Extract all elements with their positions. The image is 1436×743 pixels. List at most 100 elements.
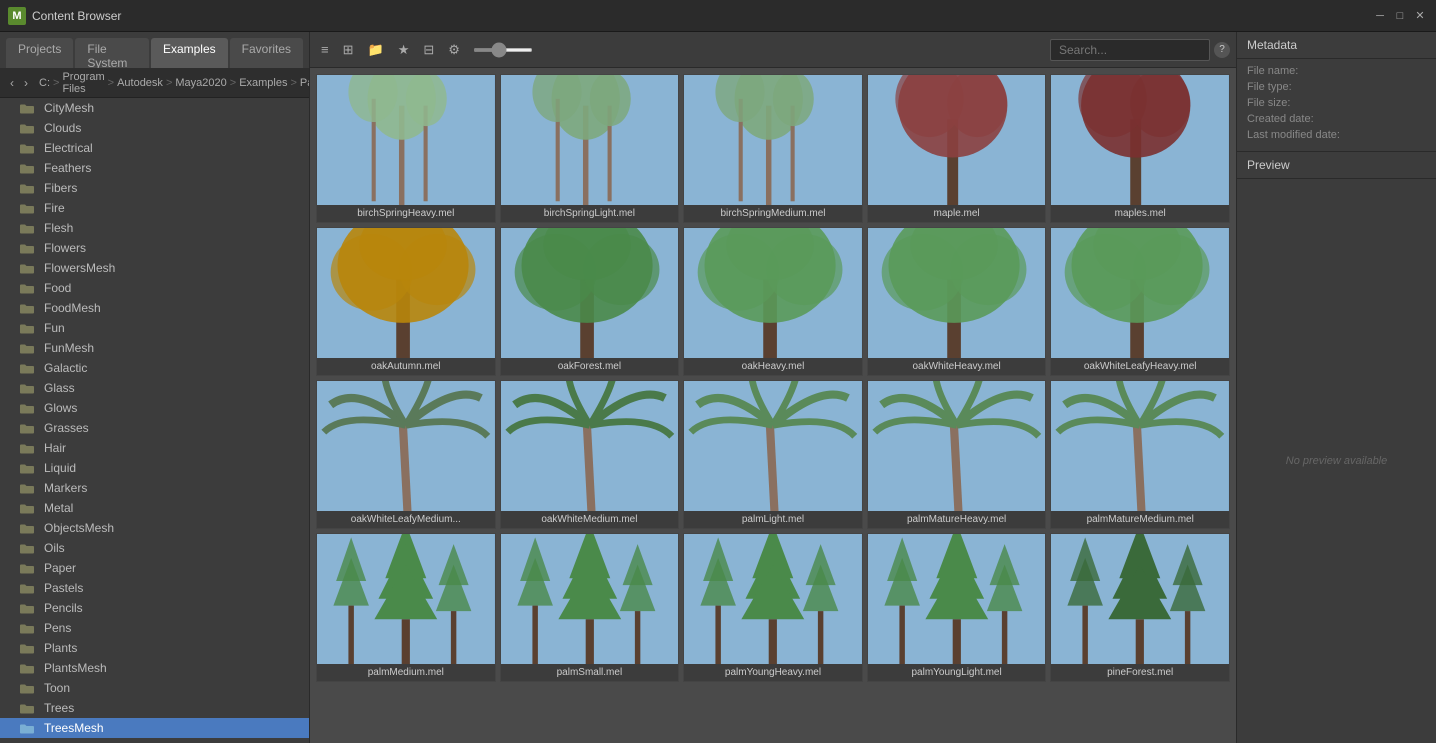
favorites-button[interactable]: ★ <box>393 39 415 61</box>
sidebar-item-hair[interactable]: Hair <box>0 438 309 458</box>
sidebar-item-food[interactable]: Food <box>0 278 309 298</box>
grid-thumbnail <box>317 534 495 664</box>
filter-button[interactable]: ⊟ <box>418 39 439 61</box>
sidebar-item-feathers[interactable]: Feathers <box>0 158 309 178</box>
grid-item[interactable]: palmMatureMedium.mel <box>1050 380 1230 529</box>
grid-item[interactable]: palmMedium.mel <box>316 533 496 682</box>
size-slider[interactable] <box>473 48 533 52</box>
grid-item[interactable]: oakWhiteLeafyMedium... <box>316 380 496 529</box>
sidebar-item-fibers[interactable]: Fibers <box>0 178 309 198</box>
nav-tab-favorites[interactable]: Favorites <box>230 38 303 68</box>
sidebar-item-fun[interactable]: Fun <box>0 318 309 338</box>
grid-item[interactable]: maples.mel <box>1050 74 1230 223</box>
sidebar-item-plants[interactable]: Plants <box>0 638 309 658</box>
folder-icon <box>20 302 39 314</box>
back-button[interactable]: ‹ <box>6 74 18 92</box>
sidebar-item-label: Paper <box>44 561 76 575</box>
sidebar-item-grasses[interactable]: Grasses <box>0 418 309 438</box>
grid-item[interactable]: oakWhiteMedium.mel <box>500 380 680 529</box>
sidebar-item-pens[interactable]: Pens <box>0 618 309 638</box>
grid-item[interactable]: palmLight.mel <box>683 380 863 529</box>
help-button[interactable]: ? <box>1214 42 1230 58</box>
metadata-rows: File name: File type: File size: Created… <box>1237 59 1436 151</box>
grid-item-label: oakWhiteMedium.mel <box>501 511 679 528</box>
close-button[interactable]: ✕ <box>1412 8 1428 24</box>
sidebar-item-pastels[interactable]: Pastels <box>0 578 309 598</box>
grid-item[interactable]: pineForest.mel <box>1050 533 1230 682</box>
sidebar-item-galactic[interactable]: Galactic <box>0 358 309 378</box>
sidebar-item-toon[interactable]: Toon <box>0 678 309 698</box>
modified-date-label: Last modified date: <box>1247 129 1426 141</box>
grid-item-label: palmYoungLight.mel <box>868 664 1046 681</box>
folder-icon <box>20 322 39 334</box>
sidebar-item-glows[interactable]: Glows <box>0 398 309 418</box>
grid-item[interactable]: oakForest.mel <box>500 227 680 376</box>
sidebar-item-label: Glass <box>44 381 75 395</box>
grid-item[interactable]: oakWhiteLeafyHeavy.mel <box>1050 227 1230 376</box>
sidebar-item-flowers[interactable]: Flowers <box>0 238 309 258</box>
grid-item[interactable]: oakAutumn.mel <box>316 227 496 376</box>
grid-item-label: maple.mel <box>868 205 1046 222</box>
grid-item[interactable]: maple.mel <box>867 74 1047 223</box>
window-controls: ─ □ ✕ <box>1372 8 1428 24</box>
grid-item[interactable]: birchSpringLight.mel <box>500 74 680 223</box>
sidebar-item-pencils[interactable]: Pencils <box>0 598 309 618</box>
folder-icon <box>20 502 39 514</box>
search-input[interactable] <box>1050 39 1210 61</box>
sidebar-item-paper[interactable]: Paper <box>0 558 309 578</box>
sidebar-item-foodmesh[interactable]: FoodMesh <box>0 298 309 318</box>
forward-button[interactable]: › <box>20 74 32 92</box>
grid-thumbnail <box>1051 75 1229 205</box>
grid-thumbnail <box>868 75 1046 205</box>
grid-item[interactable]: palmMatureHeavy.mel <box>867 380 1047 529</box>
sidebar-item-objectsmesh[interactable]: ObjectsMesh <box>0 518 309 538</box>
sidebar-item-flowersmesh[interactable]: FlowersMesh <box>0 258 309 278</box>
sidebar-item-funmesh[interactable]: FunMesh <box>0 338 309 358</box>
grid-item-label: palmMatureHeavy.mel <box>868 511 1046 528</box>
sidebar-scroll[interactable]: CityMesh Clouds Electrical Feathers Fibe… <box>0 98 309 743</box>
sidebar-item-markers[interactable]: Markers <box>0 478 309 498</box>
nav-tabs: ProjectsFile SystemExamplesFavorites <box>0 32 309 68</box>
grid-item[interactable]: oakWhiteHeavy.mel <box>867 227 1047 376</box>
sidebar-item-electrical[interactable]: Electrical <box>0 138 309 158</box>
grid-item[interactable]: palmYoungHeavy.mel <box>683 533 863 682</box>
nav-tab-file-system[interactable]: File System <box>75 38 149 68</box>
sidebar-item-flesh[interactable]: Flesh <box>0 218 309 238</box>
nav-tab-projects[interactable]: Projects <box>6 38 73 68</box>
grid-view-button[interactable]: ⊞ <box>338 39 359 61</box>
grid-item[interactable]: birchSpringHeavy.mel <box>316 74 496 223</box>
folder-icon <box>20 642 39 654</box>
sidebar-item-liquid[interactable]: Liquid <box>0 458 309 478</box>
list-view-button[interactable]: ≡ <box>316 39 334 60</box>
folder-icon <box>20 562 39 574</box>
sidebar-item-fire[interactable]: Fire <box>0 198 309 218</box>
sidebar-item-label: FunMesh <box>44 341 94 355</box>
thumbnail-size-slider[interactable] <box>473 48 533 52</box>
sidebar-item-clouds[interactable]: Clouds <box>0 118 309 138</box>
grid-area[interactable]: birchSpringHeavy.mel birchSpringLight.me… <box>310 68 1236 743</box>
folder-icon <box>20 122 39 134</box>
maximize-button[interactable]: □ <box>1392 8 1408 24</box>
sidebar-item-citymesh[interactable]: CityMesh <box>0 98 309 118</box>
grid-item[interactable]: birchSpringMedium.mel <box>683 74 863 223</box>
sidebar-item-underwater[interactable]: Underwater <box>0 738 309 743</box>
grid-item[interactable]: oakHeavy.mel <box>683 227 863 376</box>
grid-item[interactable]: palmSmall.mel <box>500 533 680 682</box>
sidebar-item-treesmesh[interactable]: TreesMesh <box>0 718 309 738</box>
sidebar-item-metal[interactable]: Metal <box>0 498 309 518</box>
sidebar-item-plantsmesh[interactable]: PlantsMesh <box>0 658 309 678</box>
metadata-title: Metadata <box>1237 32 1436 59</box>
sidebar-item-trees[interactable]: Trees <box>0 698 309 718</box>
sidebar-item-glass[interactable]: Glass <box>0 378 309 398</box>
preview-area: Preview No preview available <box>1237 151 1436 743</box>
folder-new-button[interactable]: 📁 <box>363 39 389 61</box>
settings-button[interactable]: ⚙ <box>443 39 465 61</box>
grid-item-label: maples.mel <box>1051 205 1229 222</box>
grid-thumbnail <box>317 381 495 511</box>
nav-tab-examples[interactable]: Examples <box>151 38 228 68</box>
grid-item[interactable]: palmYoungLight.mel <box>867 533 1047 682</box>
grid-thumbnail <box>684 381 862 511</box>
sidebar-item-label: FlowersMesh <box>44 261 115 275</box>
sidebar-item-oils[interactable]: Oils <box>0 538 309 558</box>
minimize-button[interactable]: ─ <box>1372 8 1388 24</box>
